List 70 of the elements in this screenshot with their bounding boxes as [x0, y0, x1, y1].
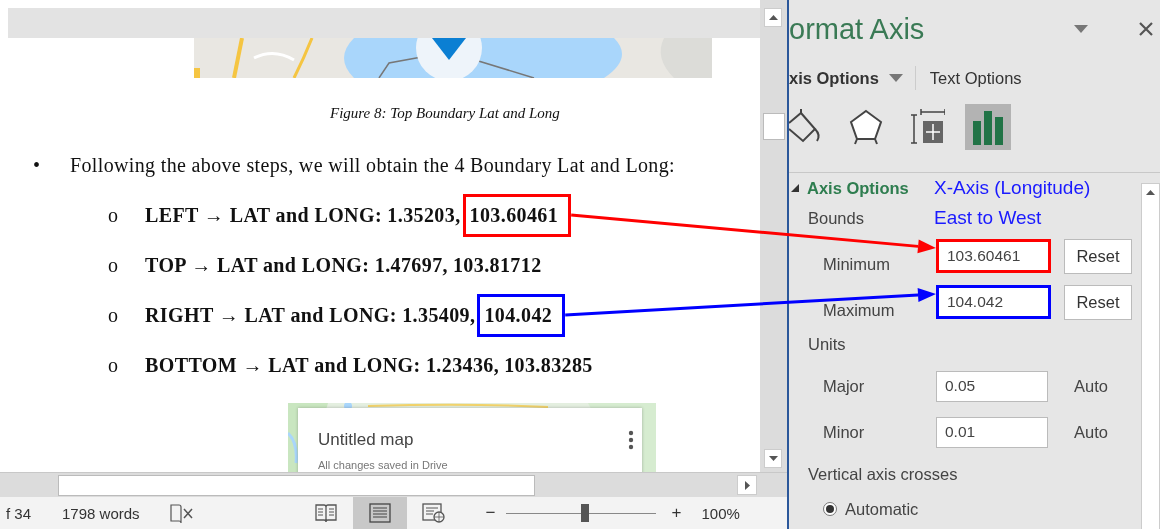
reset-button[interactable]: Reset [1064, 284, 1132, 320]
field-label: Minor [822, 422, 866, 442]
down-arrow-icon [768, 456, 778, 461]
slider-thumb[interactable] [581, 504, 590, 522]
up-arrow-icon [768, 15, 778, 20]
bar-chart-icon [971, 108, 1005, 145]
zoom-in-button[interactable]: + [669, 503, 684, 523]
radio-button[interactable] [823, 502, 837, 516]
proofing-icon[interactable] [169, 502, 194, 524]
map-title: Untitled map [318, 430, 414, 450]
up-arrow-icon[interactable] [1146, 190, 1155, 195]
expand-icon[interactable] [791, 184, 799, 192]
highlighted-value: 103.60461 [462, 193, 572, 237]
pane-tab[interactable]: xis Options [789, 68, 879, 88]
bound-field[interactable]: 103.60461 [936, 239, 1051, 273]
page-count[interactable]: f 34 [6, 504, 32, 522]
bullet-marker: • [33, 153, 42, 177]
scroll-up-button[interactable] [764, 8, 782, 27]
web-page-icon [421, 503, 446, 523]
dropdown-icon[interactable] [1074, 25, 1088, 33]
section-header[interactable]: Axis Options [807, 178, 909, 198]
highlighted-value: 104.042 [477, 293, 566, 337]
list-marker: o [108, 353, 120, 377]
auto-label: Auto [1074, 422, 1108, 442]
save-status: All changes saved in Drive [318, 459, 448, 471]
category-tab[interactable] [965, 103, 1011, 150]
view-button[interactable] [352, 497, 407, 529]
coordinate-value: 103.83285 [504, 353, 593, 377]
list-marker: o [108, 253, 120, 277]
scroll-right-button[interactable] [737, 475, 757, 495]
reset-button[interactable]: Reset [1064, 238, 1132, 274]
figure-caption: Figure 8: Top Boundary Lat and Long [330, 104, 561, 123]
book-icon [314, 503, 337, 523]
coordinate-text: BOTTOM → LAT and LONG: 1.23436, [145, 353, 500, 377]
coordinate-text: RIGHT → LAT and LONG: 1.35409, [145, 303, 476, 327]
annotation-text: X-Axis (Longitude) [934, 176, 1092, 200]
field-label: Maximum [822, 299, 896, 320]
coordinate-text: LEFT → LAT and LONG: 1.35203, [145, 203, 461, 227]
group-label: Bounds [807, 208, 865, 229]
right-arrow-icon [744, 480, 750, 490]
group-label: Units [807, 334, 847, 355]
scroll-down-button[interactable] [764, 449, 782, 468]
pane-title: ormat Axis [789, 12, 925, 46]
more-icon[interactable] [628, 430, 634, 450]
unit-field[interactable]: 0.05 [936, 370, 1048, 402]
scrollbar[interactable] [1141, 183, 1160, 529]
pane-tab[interactable]: Text Options [929, 68, 1022, 88]
scrollbar-thumb[interactable] [58, 474, 535, 496]
auto-label: Auto [1074, 376, 1108, 396]
bound-field[interactable]: 104.042 [936, 285, 1051, 319]
bullet-text: Following the above steps, we will obtain the 4 Boundary Lat and Long: [70, 153, 675, 177]
field-label: Major [822, 376, 866, 396]
close-icon[interactable] [1138, 21, 1154, 37]
annotation-text: East to West [934, 206, 1043, 230]
field-label: Minimum [822, 253, 891, 274]
list-marker: o [108, 203, 120, 227]
word-count[interactable]: 1798 words [62, 504, 140, 522]
unit-field[interactable]: 0.01 [936, 416, 1048, 448]
scrollbar-thumb[interactable] [763, 113, 785, 140]
coordinate-value: 103.81712 [452, 253, 542, 277]
pentagon-icon [849, 108, 883, 145]
zoom-out-button[interactable]: − [483, 503, 498, 523]
group-label: Vertical axis crosses [807, 464, 959, 485]
zoom-level[interactable]: 100% [701, 504, 740, 522]
page-icon [368, 503, 391, 523]
dropdown-icon[interactable] [888, 74, 903, 82]
radio-label: Automatic [845, 499, 919, 519]
coordinate-text: TOP → LAT and LONG: 1.47697, [145, 253, 448, 277]
list-marker: o [108, 303, 120, 327]
resize-icon [911, 108, 945, 145]
